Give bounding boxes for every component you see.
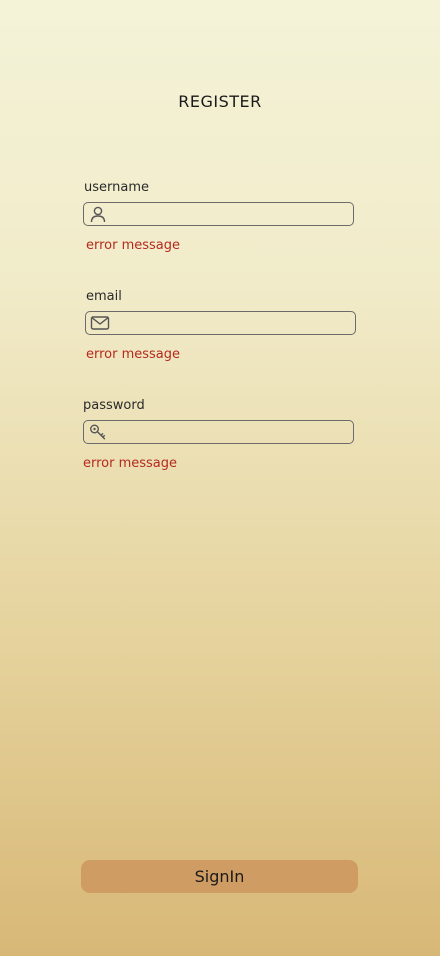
email-label: email (86, 289, 122, 304)
email-error: error message (86, 347, 181, 362)
email-field[interactable] (85, 311, 356, 335)
username-field[interactable] (83, 202, 354, 226)
password-label: password (83, 398, 145, 413)
mail-icon (90, 316, 110, 330)
password-field[interactable] (83, 420, 354, 444)
key-icon (90, 424, 106, 440)
password-input[interactable] (110, 421, 349, 443)
page-title: REGISTER (178, 92, 262, 111)
user-icon (90, 206, 106, 223)
password-error: error message (83, 456, 178, 471)
username-label: username (84, 180, 149, 195)
signin-button[interactable]: SignIn (81, 860, 358, 893)
username-error: error message (86, 238, 181, 253)
username-input[interactable] (110, 203, 349, 225)
email-input[interactable] (112, 312, 351, 334)
